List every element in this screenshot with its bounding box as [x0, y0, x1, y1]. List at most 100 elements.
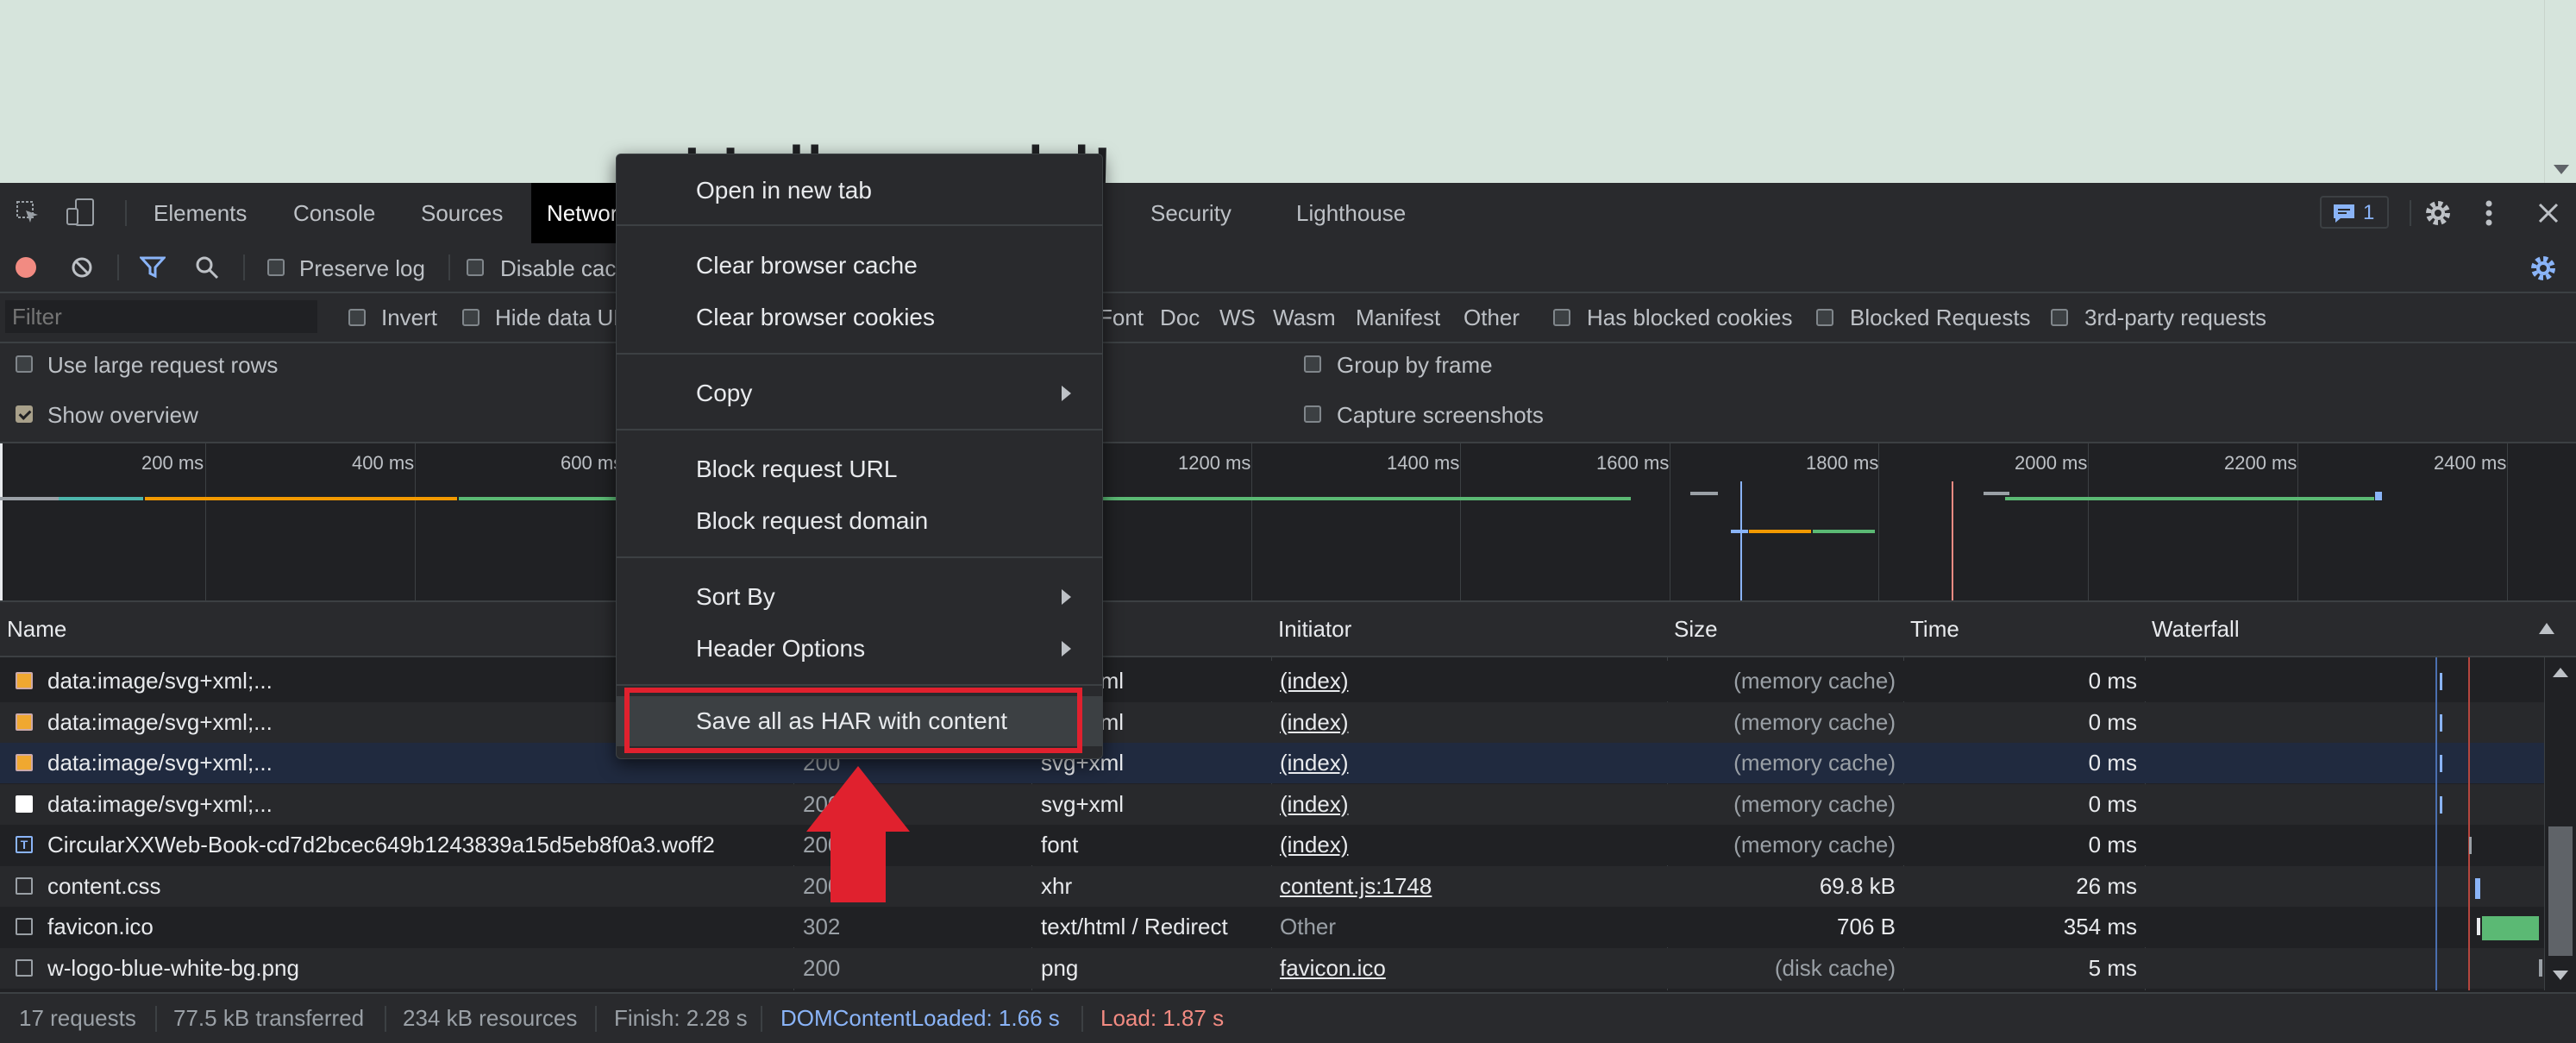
- disable-cache-checkbox[interactable]: [467, 259, 484, 276]
- record-button[interactable]: [16, 257, 36, 278]
- settings-gear-icon[interactable]: [2423, 198, 2453, 228]
- resources-size: 234 kB resources: [403, 1005, 578, 1031]
- menu-item-sort-by[interactable]: Sort By: [617, 572, 1102, 622]
- page-scrollbar[interactable]: [2544, 0, 2576, 183]
- image-file-icon: [16, 713, 33, 731]
- cell-size: (memory cache): [1733, 790, 1896, 817]
- search-icon[interactable]: [195, 255, 219, 280]
- issues-badge[interactable]: 1: [2320, 196, 2389, 229]
- cell-initiator[interactable]: (index): [1280, 661, 1659, 701]
- cell-time: 354 ms: [2063, 914, 2137, 939]
- table-row[interactable]: data:image/svg+xml;...200svg+xml(index)(…: [0, 783, 2544, 825]
- table-scrollbar[interactable]: [2544, 657, 2576, 990]
- column-header-size[interactable]: Size: [1667, 602, 1903, 656]
- file-icon: [16, 876, 33, 895]
- has-blocked-cookies-label: Has blocked cookies: [1587, 305, 1793, 330]
- blocked-requests-label: Blocked Requests: [1850, 305, 2031, 330]
- scroll-up-arrow-icon[interactable]: [2553, 668, 2568, 677]
- file-icon: [16, 958, 33, 977]
- network-overview[interactable]: 200 ms 400 ms 600 ms 1200 ms 1400 ms 160…: [0, 443, 2576, 602]
- filter-type-doc[interactable]: Doc: [1160, 305, 1200, 331]
- cell-size: (disk cache): [1774, 954, 1896, 981]
- column-header-time[interactable]: Time: [1903, 602, 2145, 656]
- white-file-icon: [16, 795, 33, 813]
- clear-log-icon[interactable]: [71, 256, 93, 279]
- capture-screenshots-checkbox[interactable]: [1304, 405, 1321, 423]
- overview-tick: 400 ms: [352, 452, 415, 474]
- tab-elements[interactable]: Elements: [154, 183, 247, 243]
- filter-type-wasm[interactable]: Wasm: [1273, 305, 1336, 331]
- close-devtools-icon[interactable]: [2537, 202, 2560, 224]
- table-row[interactable]: T CircularXXWeb-Book-cd7d2bcec649b1243839…: [0, 825, 2544, 865]
- more-options-icon[interactable]: [2484, 198, 2494, 228]
- menu-item-clear-browser-cache[interactable]: Clear browser cache: [617, 241, 1102, 291]
- hide-data-urls-checkbox[interactable]: [462, 309, 479, 326]
- network-status-bar: 17 requests 77.5 kB transferred 234 kB r…: [0, 992, 2576, 1043]
- cell-time: 0 ms: [2088, 668, 2137, 694]
- overview-tick: 2200 ms: [2224, 452, 2297, 474]
- network-settings-gear-icon[interactable]: [2529, 254, 2558, 283]
- third-party-requests-label: 3rd-party requests: [2084, 305, 2266, 330]
- cell-size: (memory cache): [1733, 832, 1896, 858]
- preserve-log-checkbox[interactable]: [267, 259, 285, 276]
- table-row[interactable]: data:image/svg+xml;...200svg+xml(index)(…: [0, 743, 2544, 783]
- preserve-log-label: Preserve log: [299, 255, 425, 281]
- scroll-thumb[interactable]: [2548, 826, 2573, 956]
- invert-checkbox[interactable]: [348, 309, 366, 326]
- tab-console[interactable]: Console: [293, 183, 375, 243]
- tab-security[interactable]: Security: [1150, 183, 1232, 243]
- cell-initiator[interactable]: (index): [1280, 784, 1659, 825]
- cell-time: 0 ms: [2088, 708, 2137, 735]
- filter-bar: Invert Hide data URLs Font Doc WS Wasm M…: [0, 293, 2576, 343]
- cell-time: 26 ms: [2076, 872, 2137, 899]
- show-overview-label: Show overview: [47, 402, 198, 428]
- cell-name: CircularXXWeb-Book-cd7d2bcec649b1243839a…: [47, 832, 715, 858]
- filter-funnel-icon[interactable]: [138, 256, 167, 279]
- menu-item-block-request-url[interactable]: Block request URL: [617, 444, 1102, 494]
- cell-initiator[interactable]: favicon.ico: [1280, 948, 1659, 989]
- domcontentloaded-time: DOMContentLoaded: 1.66 s: [780, 1005, 1060, 1031]
- image-file-icon: [16, 754, 33, 771]
- overview-tick: 1600 ms: [1596, 452, 1670, 474]
- has-blocked-cookies-checkbox[interactable]: [1553, 309, 1570, 326]
- highlight-annotation-box: [624, 688, 1082, 753]
- group-by-frame-checkbox[interactable]: [1304, 355, 1321, 373]
- cell-initiator[interactable]: content.js:1748: [1280, 866, 1659, 907]
- table-row[interactable]: data:image/svg+xml;...200svg+xml(index)(…: [0, 661, 2544, 701]
- inspect-element-icon[interactable]: [16, 200, 40, 224]
- large-rows-label: Use large request rows: [47, 352, 279, 378]
- menu-item-block-request-domain[interactable]: Block request domain: [617, 496, 1102, 546]
- table-row[interactable]: w-logo-blue-white-bg.png 200 png favicon.ic…: [0, 947, 2544, 989]
- cell-initiator[interactable]: (index): [1280, 825, 1659, 865]
- filter-type-manifest[interactable]: Manifest: [1356, 305, 1440, 331]
- filter-type-font[interactable]: Font: [1099, 305, 1144, 331]
- scroll-down-arrow-icon[interactable]: [2553, 971, 2568, 980]
- cell-initiator[interactable]: (index): [1280, 702, 1659, 743]
- show-overview-checkbox[interactable]: [16, 405, 33, 423]
- table-row[interactable]: favicon.ico 302 text/html / Redirect Other 7…: [0, 907, 2544, 947]
- filter-input[interactable]: [5, 300, 317, 333]
- tab-lighthouse[interactable]: Lighthouse: [1296, 183, 1406, 243]
- column-header-initiator[interactable]: Initiator: [1271, 602, 1667, 656]
- column-header-waterfall[interactable]: Waterfall: [2145, 602, 2542, 656]
- table-row[interactable]: data:image/svg+xml;...200svg+xml(index)(…: [0, 701, 2544, 743]
- tab-sources[interactable]: Sources: [421, 183, 503, 243]
- menu-item-open-in-new-tab[interactable]: Open in new tab: [617, 166, 1102, 216]
- cell-initiator[interactable]: (index): [1280, 743, 1659, 783]
- finish-time: Finish: 2.28 s: [614, 1005, 748, 1031]
- third-party-requests-checkbox[interactable]: [2051, 309, 2068, 326]
- menu-item-copy[interactable]: Copy: [617, 368, 1102, 418]
- filter-type-ws[interactable]: WS: [1219, 305, 1256, 331]
- blocked-requests-checkbox[interactable]: [1816, 309, 1833, 326]
- scroll-down-arrow-icon[interactable]: [2554, 165, 2569, 174]
- cell-type: font: [1041, 832, 1079, 858]
- cell-name: favicon.ico: [47, 914, 154, 939]
- device-toolbar-icon[interactable]: [66, 198, 95, 226]
- table-row[interactable]: content.css 200 xhr content.js:1748 69.8 kB 2…: [0, 865, 2544, 907]
- large-rows-checkbox[interactable]: [16, 355, 33, 373]
- menu-item-clear-browser-cookies[interactable]: Clear browser cookies: [617, 292, 1102, 342]
- filter-type-other[interactable]: Other: [1463, 305, 1520, 331]
- menu-item-header-options[interactable]: Header Options: [617, 624, 1102, 674]
- group-by-frame-label: Group by frame: [1337, 352, 1493, 378]
- sort-ascending-icon[interactable]: [2539, 623, 2554, 634]
